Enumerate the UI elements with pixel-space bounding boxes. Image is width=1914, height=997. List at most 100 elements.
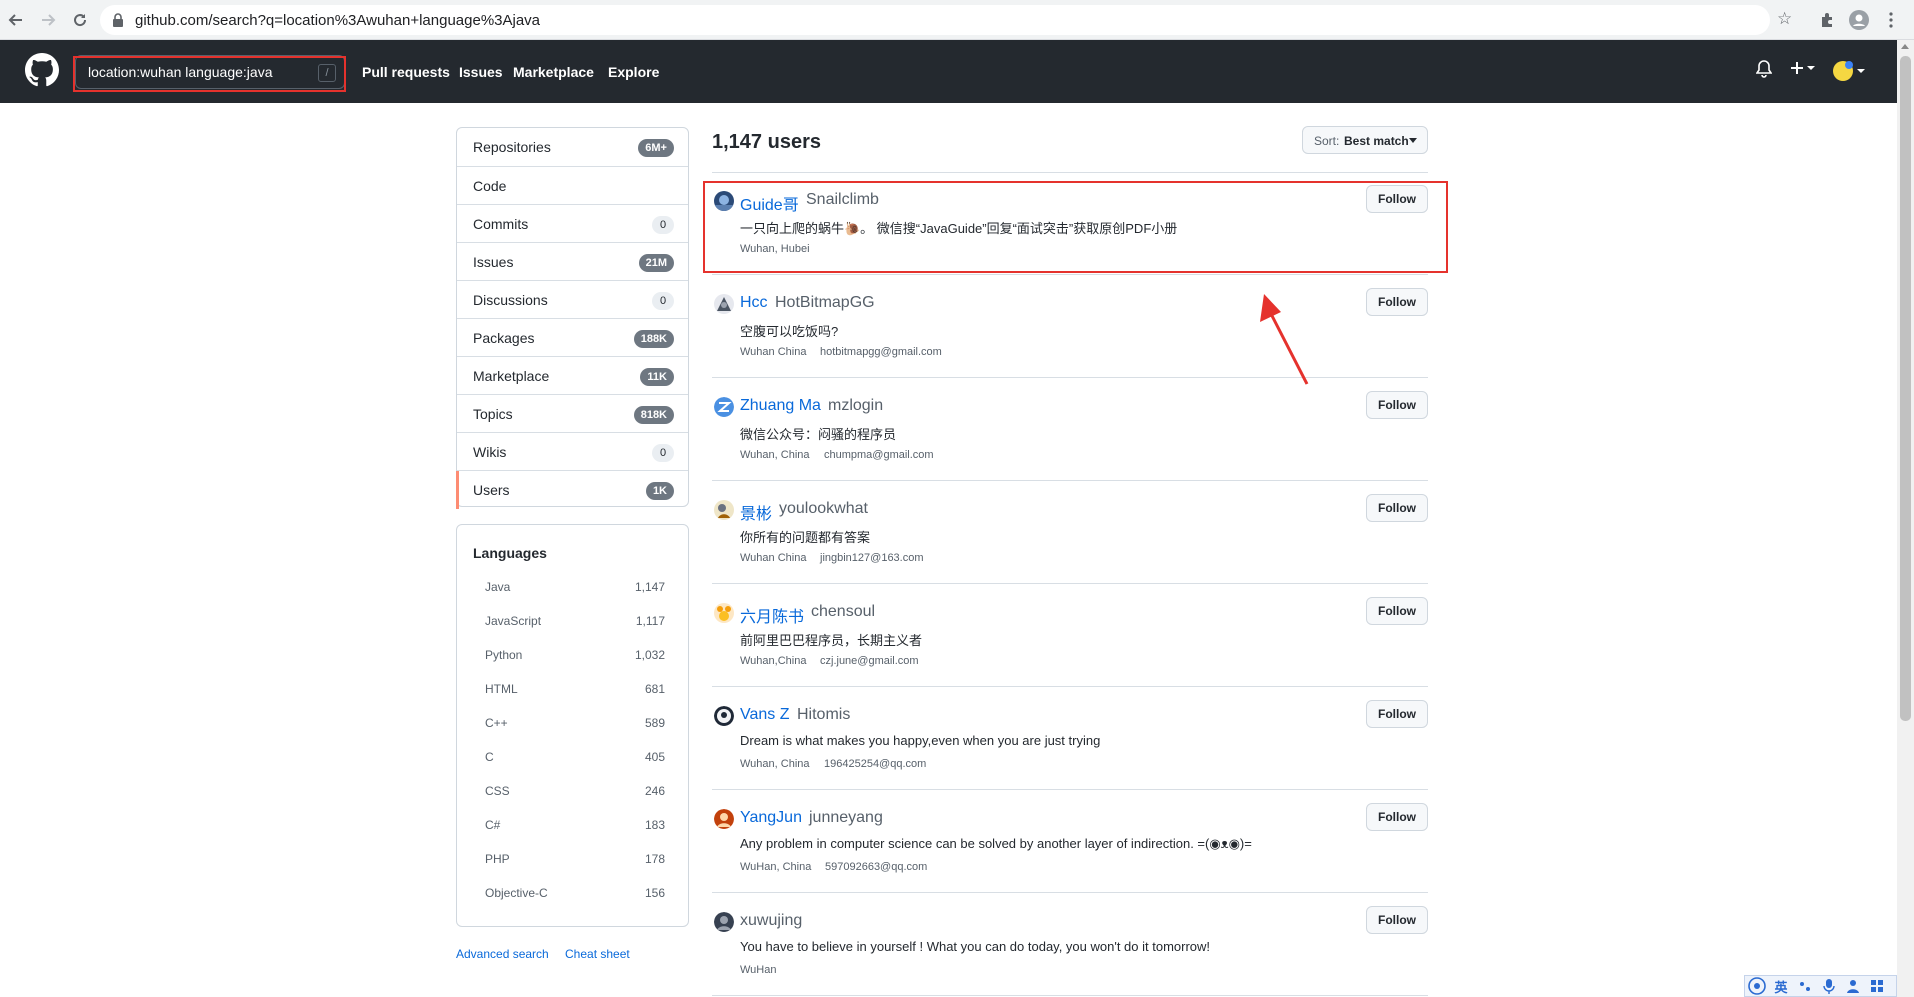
user-bio: 空腹可以吃饭吗? xyxy=(740,324,839,339)
user-login[interactable]: mzlogin xyxy=(828,397,883,415)
sort-dropdown[interactable]: Sort: Best match xyxy=(1302,126,1428,154)
avatar[interactable] xyxy=(714,500,734,520)
nav-explore[interactable]: Explore xyxy=(608,64,659,80)
follow-button[interactable]: Follow xyxy=(1366,288,1428,316)
avatar[interactable] xyxy=(714,809,734,829)
menu-item-packages[interactable]: Packages 188K xyxy=(457,318,688,356)
profile-icon[interactable] xyxy=(1848,9,1870,31)
user-email[interactable]: czj.june@gmail.com xyxy=(820,655,919,667)
menu-item-code[interactable]: Code xyxy=(457,166,688,204)
follow-button[interactable]: Follow xyxy=(1366,185,1428,213)
nav-pull-requests[interactable]: Pull requests xyxy=(362,64,450,80)
user-display-name[interactable]: Vans Z xyxy=(740,706,790,724)
user-result: Guide哥 Snailclimb 一只向上爬的蜗牛🐌。 微信搜“JavaGui… xyxy=(712,172,1428,275)
forward-icon[interactable] xyxy=(36,8,60,32)
avatar[interactable] xyxy=(714,912,734,932)
reload-icon[interactable] xyxy=(68,8,92,32)
user-result: YangJun junneyang Any problem in compute… xyxy=(712,790,1428,893)
user-login[interactable]: HotBitmapGG xyxy=(775,294,875,312)
notifications-bell-icon[interactable] xyxy=(1755,60,1773,83)
address-bar[interactable]: github.com/search?q=location%3Awuhan+lan… xyxy=(100,5,1770,35)
avatar[interactable] xyxy=(714,706,734,726)
user-result: 景彬 youlookwhat 你所有的问题都有答案 Wuhan China ji… xyxy=(712,481,1428,584)
menu-item-count: 188K xyxy=(633,330,674,348)
user-display-name[interactable]: 景彬 xyxy=(740,500,772,524)
menu-item-count: 818K xyxy=(633,406,674,424)
menu-item-count: 0 xyxy=(652,444,674,462)
extensions-icon[interactable] xyxy=(1816,9,1838,31)
ime-punctuation-icon[interactable] xyxy=(1793,976,1817,996)
ime-language-toggle[interactable]: 英 xyxy=(1769,976,1793,996)
language-item[interactable]: C# 183 xyxy=(485,816,665,836)
user-display-name[interactable]: YangJun xyxy=(740,809,802,827)
user-display-name[interactable]: Hcc xyxy=(740,294,768,312)
language-item[interactable]: C++ 589 xyxy=(485,714,665,734)
user-login[interactable]: chensoul xyxy=(811,603,875,621)
cheat-sheet-link[interactable]: Cheat sheet xyxy=(565,947,630,961)
scrollbar-thumb[interactable] xyxy=(1900,56,1911,721)
user-display-name[interactable]: Guide哥 xyxy=(740,191,799,215)
ime-logo-icon[interactable] xyxy=(1745,976,1769,996)
advanced-search-link[interactable]: Advanced search xyxy=(456,947,549,961)
create-new-plus-icon[interactable] xyxy=(1790,60,1816,81)
user-login[interactable]: Hitomis xyxy=(797,706,850,724)
follow-button[interactable]: Follow xyxy=(1366,597,1428,625)
header-search-input[interactable]: location:wuhan language:java / xyxy=(75,55,345,89)
avatar[interactable] xyxy=(714,191,734,211)
avatar[interactable] xyxy=(714,294,734,314)
user-avatar-menu-icon[interactable] xyxy=(1833,60,1865,87)
nav-marketplace[interactable]: Marketplace xyxy=(513,64,594,80)
user-email[interactable]: 597092663@qq.com xyxy=(825,861,927,873)
follow-button[interactable]: Follow xyxy=(1366,700,1428,728)
menu-item-commits[interactable]: Commits 0 xyxy=(457,204,688,242)
follow-button[interactable]: Follow xyxy=(1366,906,1428,934)
menu-item-marketplace[interactable]: Marketplace 11K xyxy=(457,356,688,394)
back-icon[interactable] xyxy=(4,8,28,32)
user-email[interactable]: hotbitmapgg@gmail.com xyxy=(820,346,942,358)
language-name: Python xyxy=(485,648,523,662)
browser-menu-icon[interactable] xyxy=(1880,9,1902,31)
language-item[interactable]: HTML 681 xyxy=(485,680,665,700)
ime-skin-icon[interactable] xyxy=(1865,976,1889,996)
menu-item-discussions[interactable]: Discussions 0 xyxy=(457,280,688,318)
menu-item-count: 11K xyxy=(640,368,674,386)
user-login[interactable]: xuwujing xyxy=(740,912,802,930)
nav-issues[interactable]: Issues xyxy=(459,64,503,80)
menu-item-wikis[interactable]: Wikis 0 xyxy=(457,432,688,470)
avatar[interactable] xyxy=(714,603,734,623)
language-item[interactable]: Python 1,032 xyxy=(485,646,665,666)
bookmark-star-icon[interactable]: ☆ xyxy=(1777,9,1792,29)
languages-filter: Languages Java 1,147 JavaScript 1,117 Py… xyxy=(456,524,689,927)
ime-microphone-icon[interactable] xyxy=(1817,976,1841,996)
user-email[interactable]: jingbin127@163.com xyxy=(820,552,924,564)
ime-toolbar: 英 xyxy=(1744,975,1897,997)
language-item[interactable]: C 405 xyxy=(485,748,665,768)
user-email[interactable]: 196425254@qq.com xyxy=(824,758,926,770)
user-login[interactable]: youlookwhat xyxy=(779,500,868,518)
language-item[interactable]: PHP 178 xyxy=(485,850,665,870)
menu-item-users[interactable]: Users 1K xyxy=(456,470,688,509)
follow-button[interactable]: Follow xyxy=(1366,494,1428,522)
menu-item-issues[interactable]: Issues 21M xyxy=(457,242,688,280)
menu-item-repositories[interactable]: Repositories 6M+ xyxy=(457,128,688,166)
user-login[interactable]: Snailclimb xyxy=(806,191,879,209)
language-count: 681 xyxy=(644,682,665,696)
url-text: github.com/search?q=location%3Awuhan+lan… xyxy=(135,12,541,29)
language-item[interactable]: CSS 246 xyxy=(485,782,665,802)
user-display-name[interactable]: 六月陈书 xyxy=(740,603,804,627)
language-item[interactable]: Java 1,147 xyxy=(485,578,665,598)
ime-user-icon[interactable] xyxy=(1841,976,1865,996)
user-login[interactable]: junneyang xyxy=(809,809,883,827)
follow-button[interactable]: Follow xyxy=(1366,803,1428,831)
avatar[interactable] xyxy=(714,397,734,417)
language-item[interactable]: Objective-C 156 xyxy=(485,884,665,904)
follow-button[interactable]: Follow xyxy=(1366,391,1428,419)
github-logo-icon[interactable] xyxy=(25,53,61,89)
scroll-up-arrow-icon[interactable] xyxy=(1901,44,1909,49)
user-email[interactable]: chumpma@gmail.com xyxy=(824,449,934,461)
user-display-name[interactable]: Zhuang Ma xyxy=(740,397,821,415)
language-item[interactable]: JavaScript 1,117 xyxy=(485,612,665,632)
menu-item-topics[interactable]: Topics 818K xyxy=(457,394,688,432)
language-name: Java xyxy=(485,580,511,594)
page-scrollbar[interactable] xyxy=(1897,40,1914,997)
